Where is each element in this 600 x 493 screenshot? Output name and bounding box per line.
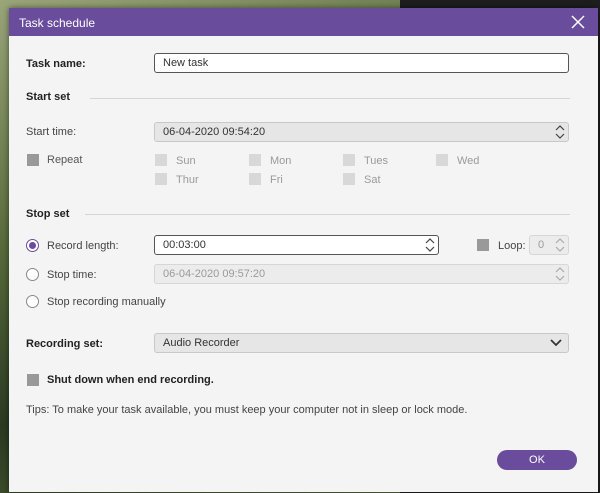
stop-manually-radio[interactable]	[26, 295, 39, 308]
record-length-value: 00:03:00	[163, 239, 206, 251]
start-time-label: Start time:	[26, 126, 77, 138]
chevron-down-icon	[550, 339, 562, 347]
shutdown-label: Shut down when end recording.	[47, 374, 214, 386]
task-schedule-dialog: Task schedule Task name: New task Start …	[9, 8, 598, 492]
day-checkbox-wed[interactable]	[436, 154, 448, 166]
day-checkbox-sat[interactable]	[343, 173, 355, 185]
day-checkbox-mon[interactable]	[249, 154, 261, 166]
day-label-wed: Wed	[457, 155, 480, 167]
day-checkbox-thur[interactable]	[155, 173, 167, 185]
record-length-input[interactable]: 00:03:00	[154, 235, 439, 255]
close-icon[interactable]	[570, 14, 586, 30]
day-label-tues: Tues	[364, 155, 389, 167]
start-set-heading: Start set	[26, 91, 71, 103]
task-name-label: Task name:	[26, 58, 86, 70]
title-bar: Task schedule	[9, 8, 598, 36]
day-checkbox-fri[interactable]	[249, 173, 261, 185]
day-label-sat: Sat	[364, 174, 381, 186]
task-name-value: New task	[163, 57, 209, 69]
day-label-sun: Sun	[176, 155, 196, 167]
spinner-arrows-icon[interactable]	[425, 237, 435, 253]
stop-time-label: Stop time:	[47, 269, 97, 281]
record-length-label: Record length:	[47, 240, 119, 252]
ok-button[interactable]: OK	[497, 450, 577, 470]
day-checkbox-sun[interactable]	[155, 154, 167, 166]
spinner-arrows-icon[interactable]	[555, 124, 565, 140]
stop-time-input[interactable]: 06-04-2020 09:57:20	[154, 264, 569, 284]
stop-time-radio[interactable]	[26, 268, 39, 281]
recording-set-select[interactable]: Audio Recorder	[154, 333, 569, 353]
day-checkbox-tues[interactable]	[343, 154, 355, 166]
spinner-arrows-icon[interactable]	[555, 266, 565, 282]
shutdown-checkbox[interactable]	[27, 374, 39, 386]
day-label-mon: Mon	[270, 155, 292, 167]
loop-label: Loop:	[498, 240, 526, 252]
stop-set-divider	[85, 214, 570, 215]
record-length-radio[interactable]	[26, 239, 39, 252]
start-time-input[interactable]: 06-04-2020 09:54:20	[154, 122, 569, 142]
repeat-label: Repeat	[47, 154, 83, 166]
recording-set-value: Audio Recorder	[163, 337, 240, 349]
loop-count-input[interactable]: 0	[529, 235, 569, 255]
repeat-checkbox[interactable]	[27, 154, 39, 166]
start-set-divider	[90, 98, 570, 99]
loop-count-value: 0	[538, 239, 545, 251]
day-label-fri: Fri	[270, 174, 283, 186]
stop-manually-label: Stop recording manually	[47, 296, 166, 308]
dialog-title: Task schedule	[19, 16, 96, 30]
task-name-input[interactable]: New task	[154, 53, 569, 73]
spinner-arrows-icon[interactable]	[555, 237, 565, 253]
stop-set-heading: Stop set	[26, 208, 70, 220]
stop-time-value: 06-04-2020 09:57:20	[163, 268, 266, 280]
tips-text: Tips: To make your task available, you m…	[26, 404, 468, 416]
start-time-value: 06-04-2020 09:54:20	[163, 126, 266, 138]
day-label-thur: Thur	[176, 174, 199, 186]
loop-checkbox[interactable]	[477, 239, 489, 251]
recording-set-label: Recording set:	[26, 338, 104, 350]
